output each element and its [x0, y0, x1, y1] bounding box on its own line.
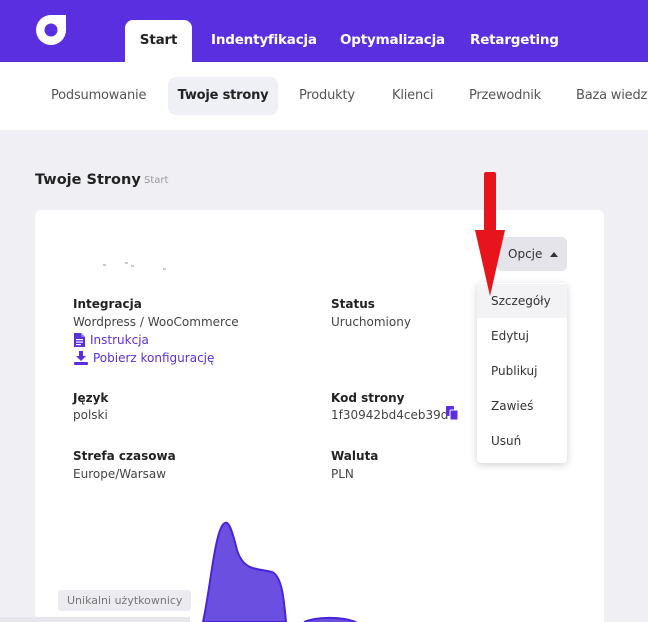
timezone-label: Strefa czasowa — [73, 449, 176, 463]
tab-optymalizacja[interactable]: Optymalizacja — [340, 32, 445, 48]
subnav-item-klienci[interactable]: Klienci — [392, 88, 434, 103]
language-label: Język — [73, 391, 109, 405]
menu-item-publikuj[interactable]: Publikuj — [477, 354, 567, 388]
instruction-link-label: Instrukcja — [90, 333, 149, 347]
unique-users-badge: Unikalni użytkownicy — [58, 590, 192, 611]
options-dropdown-menu: Szczegóły Edytuj Publikuj Zawieś Usuń — [477, 283, 567, 463]
copy-icon[interactable] — [446, 406, 458, 420]
breadcrumb[interactable]: Start — [144, 175, 168, 186]
options-button[interactable]: Opcje — [497, 237, 567, 271]
tab-retargeting[interactable]: Retargeting — [470, 32, 559, 48]
caret-up-icon — [550, 252, 558, 257]
currency-value: PLN — [331, 467, 354, 481]
subnav-item-przewodnik[interactable]: Przewodnik — [469, 88, 541, 103]
red-arrow-icon — [475, 172, 505, 296]
subnav-item-baza-wiedzy[interactable]: Baza wiedzy — [576, 88, 648, 103]
options-label: Opcje — [508, 247, 543, 261]
status-value: Uruchomiony — [331, 315, 411, 329]
currency-label: Waluta — [331, 449, 379, 463]
language-value: polski — [73, 408, 108, 422]
status-label: Status — [331, 297, 375, 311]
top-navbar: Start Indentyfikacja Optymalizacja Retar… — [0, 0, 648, 62]
subnav-item-podsumowanie[interactable]: Podsumowanie — [51, 88, 146, 103]
timezone-value: Europe/Warsaw — [73, 467, 167, 481]
page-title: Twoje Strony — [35, 172, 141, 188]
integration-value: Wordpress / WooCommerce — [73, 315, 239, 329]
download-config-link[interactable]: Pobierz konfigurację — [74, 351, 214, 365]
integration-label: Integracja — [73, 297, 142, 311]
site-code-label: Kod strony — [331, 391, 405, 405]
chart-area-shape — [201, 521, 288, 622]
site-name-blurred — [73, 256, 173, 272]
tab-start[interactable]: Start — [125, 20, 192, 62]
download-config-label: Pobierz konfigurację — [93, 351, 215, 365]
instruction-link[interactable]: Instrukcja — [74, 333, 149, 347]
download-icon — [74, 351, 88, 365]
brand-logo-icon[interactable] — [34, 13, 68, 47]
chart-area-shape-right — [303, 616, 357, 622]
scroll-strip — [0, 617, 190, 622]
tab-indentyfikacja[interactable]: Indentyfikacja — [211, 32, 317, 48]
site-code-value: 1f30942bd4ceb39d — [331, 408, 449, 422]
sub-navigation: Podsumowanie Twoje strony Produkty Klien… — [0, 62, 648, 130]
document-icon — [74, 333, 85, 347]
menu-item-edytuj[interactable]: Edytuj — [477, 319, 567, 353]
subnav-item-produkty[interactable]: Produkty — [299, 88, 355, 103]
menu-item-usun[interactable]: Usuń — [477, 424, 567, 458]
menu-item-zawies[interactable]: Zawieś — [477, 389, 567, 423]
subnav-item-twoje-strony[interactable]: Twoje strony — [168, 77, 278, 115]
